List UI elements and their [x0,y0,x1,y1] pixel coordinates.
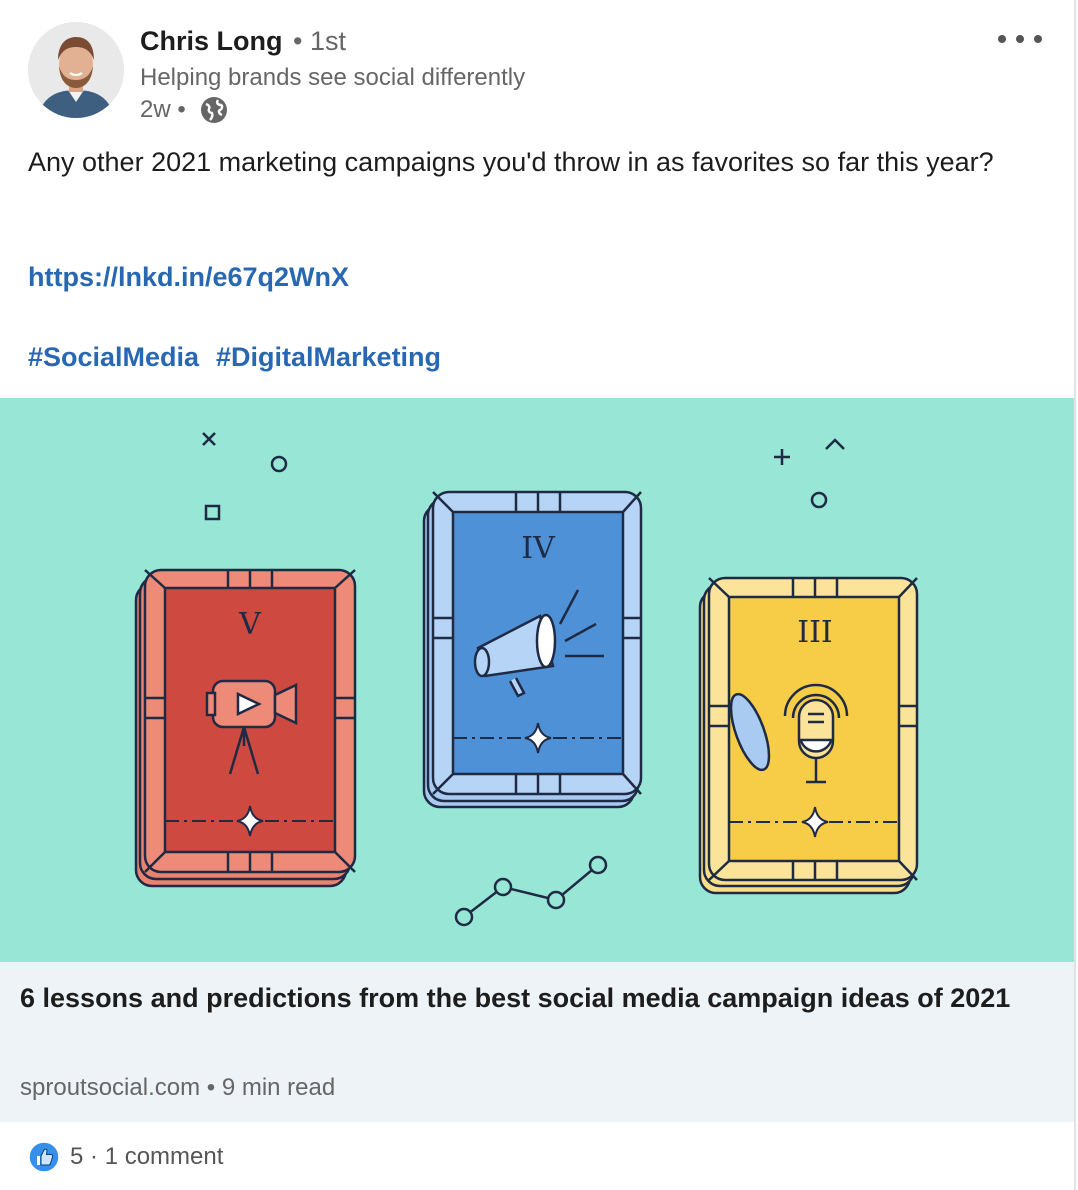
numeral-iii: III [797,615,833,650]
comment-count[interactable]: 1 comment [105,1143,224,1170]
post-text: Any other 2021 marketing campaigns you'd… [28,147,994,177]
author-name[interactable]: Chris Long [140,26,283,57]
yellow-card: III [698,576,919,895]
post-timestamp: 2w • [140,96,186,123]
article-read-time: 9 min read [221,1074,336,1101]
reaction-summary: 5 · 1 comment [70,1143,224,1170]
article-preview[interactable]: 6 lessons and predictions from the best … [0,962,1074,1122]
post-card: Chris Long • 1st Helping brands see soci… [0,0,1076,1190]
hashtag-social-media[interactable]: #SocialMedia [28,342,199,373]
article-title[interactable]: 6 lessons and predictions from the best … [20,978,1020,1018]
article-hero-image[interactable]: V IV III [0,398,1076,962]
connection-degree: • 1st [293,26,346,56]
avatar-image [28,22,124,118]
article-source: sproutsocial.com • 9 min read [20,1074,336,1101]
numeral-v: V [238,607,262,642]
red-card: V [134,568,357,888]
numeral-iv: IV [521,531,556,566]
like-count[interactable]: 5 [70,1143,83,1170]
degree-value: 1st [309,26,346,56]
post-link[interactable]: https://lnkd.in/e67q2WnX [28,262,349,293]
hashtag-digital-marketing[interactable]: #DigitalMarketing [216,342,441,373]
author-headline: Helping brands see social differently [140,64,526,91]
more-options-icon[interactable] [994,28,1046,50]
author-avatar[interactable] [28,22,124,118]
blue-card: IV [422,490,643,809]
globe-icon [201,97,227,123]
time-value: 2w [140,96,171,123]
article-domain: sproutsocial.com [20,1074,201,1101]
like-icon[interactable] [28,1141,60,1173]
